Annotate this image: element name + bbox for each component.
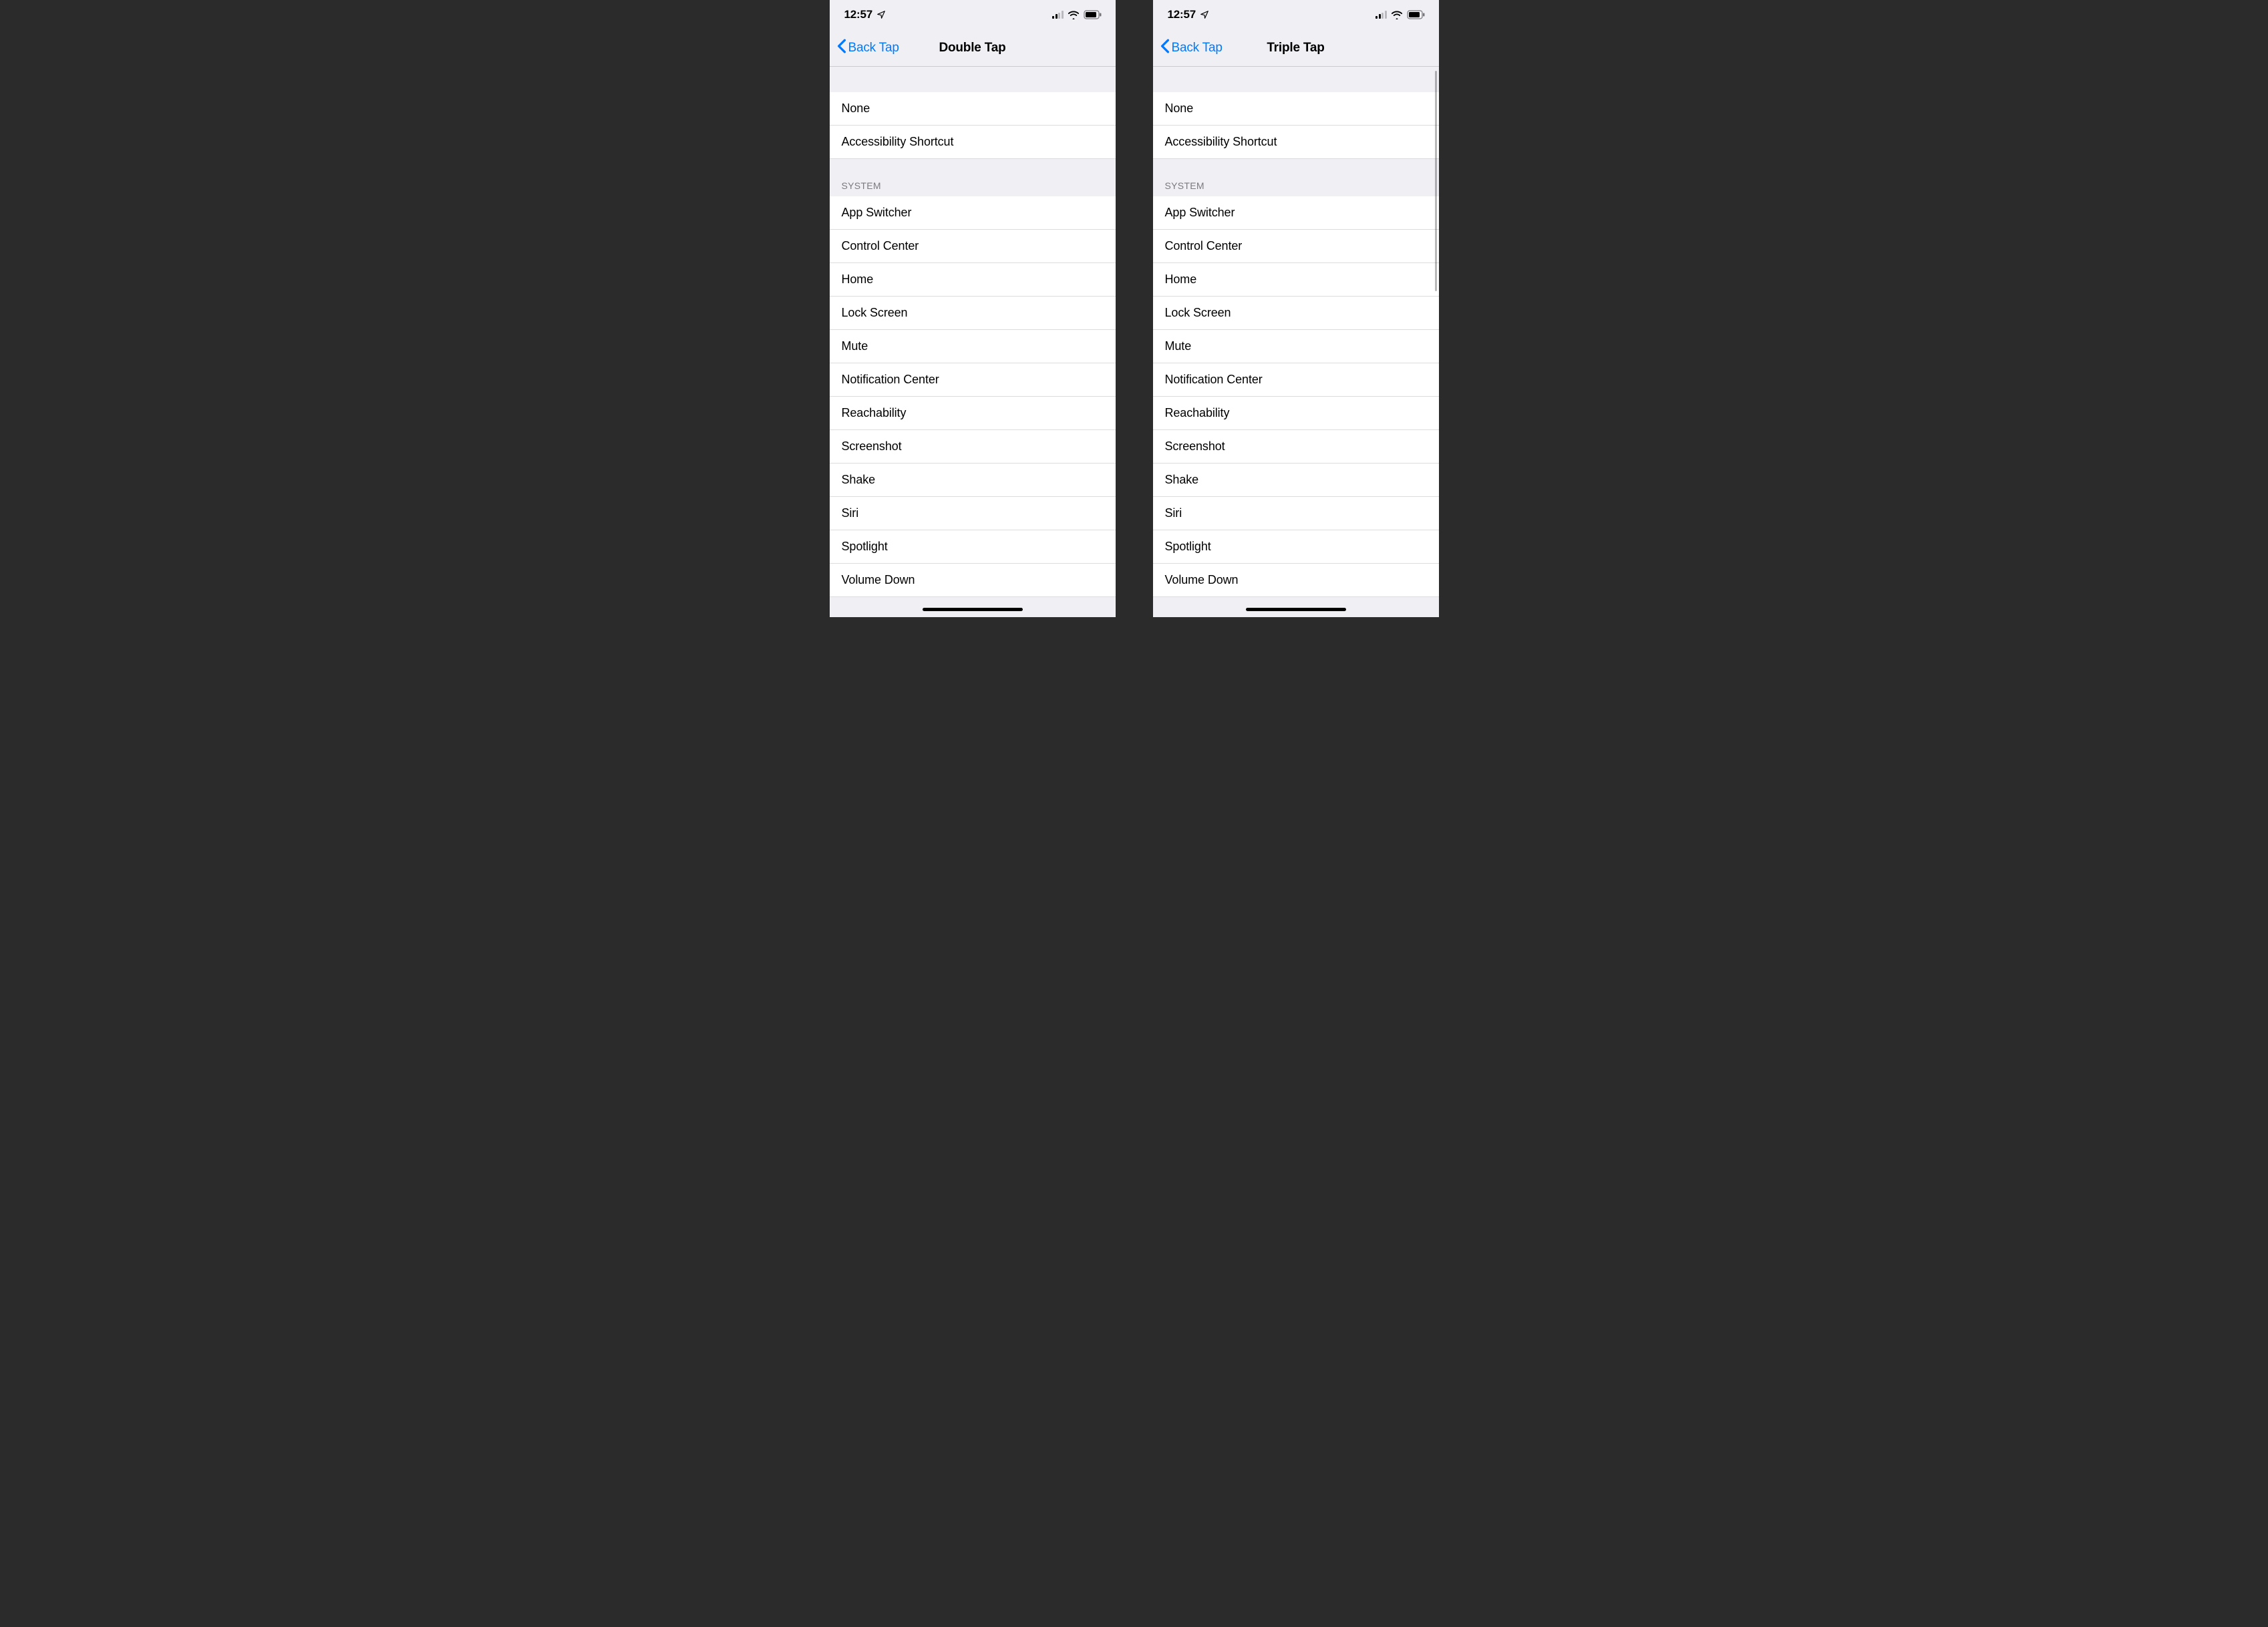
location-arrow-icon (1200, 10, 1209, 19)
option-spotlight[interactable]: Spotlight (1153, 530, 1439, 564)
option-volume-down[interactable]: Volume Down (830, 564, 1116, 597)
section-header-system: SYSTEM (830, 159, 1116, 196)
option-label: Lock Screen (842, 306, 908, 320)
option-label: Reachability (842, 406, 907, 420)
option-notification-center[interactable]: Notification Center (1153, 363, 1439, 397)
section-gap (830, 67, 1116, 92)
option-label: None (842, 102, 870, 116)
option-shake[interactable]: Shake (1153, 464, 1439, 497)
battery-icon (1084, 10, 1102, 19)
option-shake[interactable]: Shake (830, 464, 1116, 497)
status-time: 12:57 (844, 8, 872, 21)
status-right (1052, 10, 1102, 19)
option-label: Spotlight (842, 540, 888, 554)
option-reachability[interactable]: Reachability (830, 397, 1116, 430)
section-group-system: App Switcher Control Center Home Lock Sc… (830, 196, 1116, 597)
wifi-icon (1391, 10, 1403, 19)
option-lock-screen[interactable]: Lock Screen (830, 297, 1116, 330)
option-siri[interactable]: Siri (1153, 497, 1439, 530)
option-app-switcher[interactable]: App Switcher (1153, 196, 1439, 230)
section-gap (1153, 67, 1439, 92)
option-lock-screen[interactable]: Lock Screen (1153, 297, 1439, 330)
option-notification-center[interactable]: Notification Center (830, 363, 1116, 397)
option-label: Screenshot (1165, 439, 1225, 454)
chevron-left-icon (836, 39, 847, 57)
option-label: Volume Down (842, 573, 915, 587)
option-accessibility-shortcut[interactable]: Accessibility Shortcut (1153, 126, 1439, 159)
option-home[interactable]: Home (1153, 263, 1439, 297)
home-indicator[interactable] (1246, 608, 1346, 611)
option-control-center[interactable]: Control Center (830, 230, 1116, 263)
phone-triple-tap: 12:57 (1153, 0, 1439, 617)
status-bar: 12:57 (1153, 0, 1439, 29)
option-siri[interactable]: Siri (830, 497, 1116, 530)
option-label: None (1165, 102, 1194, 116)
option-screenshot[interactable]: Screenshot (1153, 430, 1439, 464)
home-indicator[interactable] (923, 608, 1023, 611)
option-label: Home (842, 273, 874, 287)
option-label: Reachability (1165, 406, 1230, 420)
stage: 12:57 (803, 0, 1466, 617)
option-none[interactable]: None (830, 92, 1116, 126)
option-volume-down[interactable]: Volume Down (1153, 564, 1439, 597)
option-label: Control Center (1165, 239, 1243, 253)
option-reachability[interactable]: Reachability (1153, 397, 1439, 430)
option-label: Spotlight (1165, 540, 1211, 554)
back-button[interactable]: Back Tap (836, 39, 899, 57)
option-label: Home (1165, 273, 1197, 287)
option-label: Siri (1165, 506, 1182, 520)
option-label: App Switcher (842, 206, 912, 220)
nav-bar: Back Tap Triple Tap (1153, 29, 1439, 67)
option-mute[interactable]: Mute (1153, 330, 1439, 363)
option-spotlight[interactable]: Spotlight (830, 530, 1116, 564)
cellular-signal-icon (1375, 11, 1387, 19)
section-group-top: None Accessibility Shortcut (1153, 92, 1439, 159)
option-label: Mute (1165, 339, 1192, 353)
option-control-center[interactable]: Control Center (1153, 230, 1439, 263)
phone-double-tap: 12:57 (830, 0, 1116, 617)
option-label: Control Center (842, 239, 919, 253)
option-home[interactable]: Home (830, 263, 1116, 297)
option-label: Volume Down (1165, 573, 1239, 587)
option-app-switcher[interactable]: App Switcher (830, 196, 1116, 230)
option-label: Shake (842, 473, 876, 487)
option-mute[interactable]: Mute (830, 330, 1116, 363)
back-label: Back Tap (1172, 41, 1223, 55)
scroll-area[interactable]: None Accessibility Shortcut SYSTEM App S… (830, 67, 1116, 617)
option-none[interactable]: None (1153, 92, 1439, 126)
option-accessibility-shortcut[interactable]: Accessibility Shortcut (830, 126, 1116, 159)
option-screenshot[interactable]: Screenshot (830, 430, 1116, 464)
option-label: Lock Screen (1165, 306, 1231, 320)
section-group-system: App Switcher Control Center Home Lock Sc… (1153, 196, 1439, 597)
option-label: Notification Center (842, 373, 939, 387)
wifi-icon (1068, 10, 1080, 19)
scrollbar-thumb[interactable] (1435, 71, 1437, 291)
settings-list: None Accessibility Shortcut SYSTEM App S… (830, 67, 1116, 617)
status-right (1375, 10, 1426, 19)
chevron-left-icon (1160, 39, 1170, 57)
settings-list: None Accessibility Shortcut SYSTEM App S… (1153, 67, 1439, 617)
option-label: Shake (1165, 473, 1199, 487)
scroll-area[interactable]: None Accessibility Shortcut SYSTEM App S… (1153, 67, 1439, 617)
back-label: Back Tap (848, 41, 899, 55)
option-label: Mute (842, 339, 868, 353)
option-label: Accessibility Shortcut (842, 135, 954, 149)
option-label: App Switcher (1165, 206, 1235, 220)
option-label: Screenshot (842, 439, 902, 454)
status-left: 12:57 (844, 8, 886, 21)
section-header-system: SYSTEM (1153, 159, 1439, 196)
location-arrow-icon (876, 10, 886, 19)
nav-bar: Back Tap Double Tap (830, 29, 1116, 67)
status-bar: 12:57 (830, 0, 1116, 29)
option-label: Siri (842, 506, 859, 520)
status-time: 12:57 (1168, 8, 1196, 21)
status-left: 12:57 (1168, 8, 1209, 21)
option-label: Notification Center (1165, 373, 1263, 387)
battery-icon (1407, 10, 1426, 19)
option-label: Accessibility Shortcut (1165, 135, 1277, 149)
section-group-top: None Accessibility Shortcut (830, 92, 1116, 159)
back-button[interactable]: Back Tap (1160, 39, 1223, 57)
cellular-signal-icon (1052, 11, 1064, 19)
